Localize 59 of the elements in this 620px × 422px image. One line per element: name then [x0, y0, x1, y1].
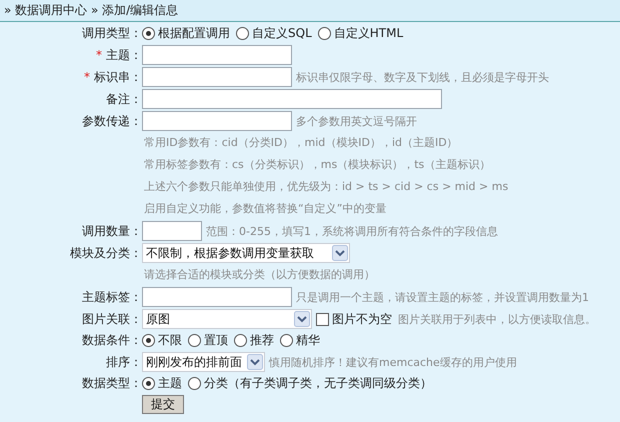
hint-text: 图片关联用于列表中，以方便读取信息。	[398, 312, 596, 326]
checkbox[interactable]	[316, 312, 329, 326]
radio-label[interactable]: 置顶	[204, 332, 228, 349]
radio-button[interactable]	[318, 27, 331, 40]
note-text: 启用自定义功能，参数值将替换“自定义”中的变量	[143, 201, 388, 217]
checkbox-label[interactable]: 图片不为空	[332, 310, 392, 328]
field-label: 调用类型：	[82, 25, 142, 42]
hint-text: 只是调用一个主题，请设置主题的标签，并设置调用数量为1	[296, 290, 589, 304]
input-field[interactable]	[142, 287, 292, 307]
radio-label[interactable]: 主题	[158, 375, 182, 392]
radio-label[interactable]: 精华	[296, 332, 320, 349]
dropdown[interactable]: 不限制，根据参数调用变量获取	[142, 243, 350, 263]
chevron-down-icon	[294, 311, 310, 327]
radio-label[interactable]: 不限	[158, 332, 182, 349]
hint-text: 多个参数用英文逗号隔开	[296, 114, 417, 128]
field-label: 调用数量：	[82, 222, 142, 240]
input-field[interactable]	[142, 89, 442, 109]
radio-button[interactable]	[188, 377, 201, 390]
radio-button[interactable]	[234, 334, 247, 347]
radio-button[interactable]	[142, 334, 155, 347]
submit-button[interactable]: 提交	[142, 395, 184, 414]
required-mark: *	[84, 70, 90, 84]
radio-label[interactable]: 自定义SQL	[252, 25, 312, 42]
hint-text: 标识串仅限字母、数字及下划线，且必须是字母开头	[296, 70, 549, 84]
required-mark: *	[96, 48, 102, 62]
radio-label[interactable]: 根据配置调用	[158, 25, 230, 42]
dropdown[interactable]: 原图	[142, 309, 312, 329]
field-label: 标识串：	[94, 68, 142, 86]
field-label: 模块及分类：	[70, 244, 142, 262]
chevron-down-icon	[247, 354, 263, 370]
breadcrumb: » 数据调用中心 » 添加/编辑信息	[4, 2, 178, 19]
field-label: 备注：	[106, 90, 142, 108]
radio-label[interactable]: 自定义HTML	[334, 25, 404, 42]
note-text: 上述六个参数只能单独使用，优先级为：id > ts > cid > cs > mid > ms	[143, 179, 510, 195]
note-text: 请选择合适的模块或分类（以方便数据的调用）	[143, 267, 376, 283]
radio-button[interactable]	[142, 377, 155, 390]
field-label: 参数传递：	[82, 112, 142, 130]
field-label: 数据类型：	[82, 375, 142, 392]
dropdown[interactable]: 刚刚发布的排前面	[142, 352, 265, 372]
input-field[interactable]	[142, 221, 202, 241]
hint-text: 范围：0-255，填写1，系统将调用所有符合条件的字段信息	[206, 224, 498, 238]
radio-button[interactable]	[142, 27, 155, 40]
radio-label[interactable]: 分类（有子类调子类，无子类调同级分类）	[204, 375, 432, 392]
radio-label[interactable]: 推荐	[250, 332, 274, 349]
field-label: 主题标签：	[82, 288, 142, 306]
field-label: 图片关联：	[82, 310, 142, 328]
field-label: 数据条件：	[82, 332, 142, 349]
input-field[interactable]	[142, 45, 292, 65]
chevron-down-icon	[332, 245, 348, 261]
note-text: 常用ID参数有：cid（分类ID），mid（模块ID），id（主题ID）	[143, 135, 459, 151]
radio-button[interactable]	[188, 334, 201, 347]
hint-text: 慎用随机排序！建议有memcache缓存的用户使用	[269, 354, 517, 370]
radio-button[interactable]	[280, 334, 293, 347]
note-text: 常用标签参数有：cs（分类标识），ms（模块标识），ts（主题标识）	[143, 157, 492, 173]
field-label: 排序：	[106, 354, 142, 370]
input-field[interactable]	[142, 111, 292, 131]
input-field[interactable]	[142, 67, 292, 87]
field-label: 主题：	[106, 46, 142, 64]
radio-button[interactable]	[236, 27, 249, 40]
